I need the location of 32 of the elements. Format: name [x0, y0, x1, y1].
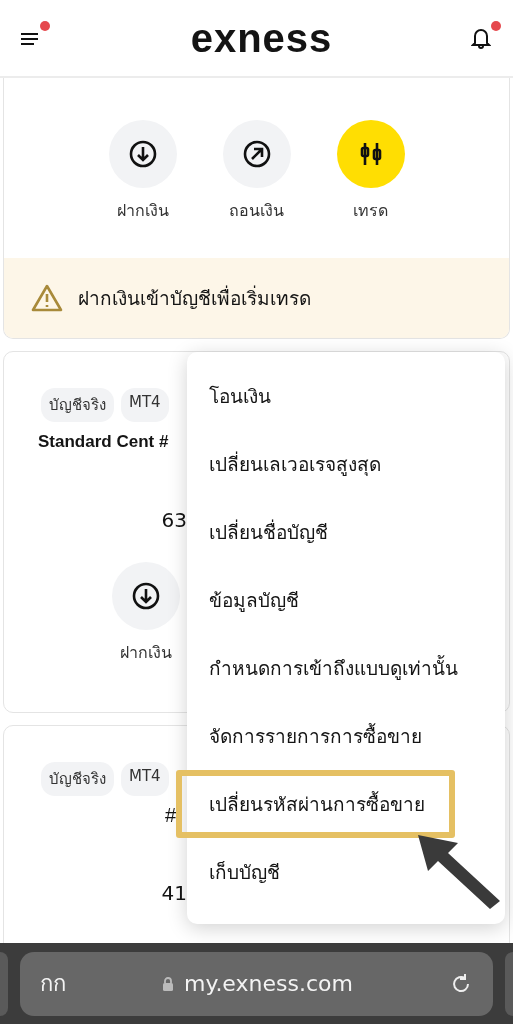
account-tag: MT4	[121, 388, 169, 422]
action-label: ถอนเงิน	[229, 200, 284, 222]
action-label: ฝากเงิน	[120, 642, 172, 664]
menu-item[interactable]: เก็บบัญชี	[187, 838, 505, 906]
balance: 63	[160, 508, 187, 532]
balance: 41	[160, 881, 187, 905]
account-tag: บัญชีจริง	[41, 388, 114, 422]
download-icon	[131, 581, 161, 611]
account-tag: MT4	[121, 762, 169, 796]
address-bar[interactable]: กก my.exness.com	[20, 951, 493, 1016]
account-name: #	[163, 803, 176, 827]
menu-item[interactable]: เปลี่ยนชื่อบัญชี	[187, 498, 505, 566]
warning-icon	[30, 283, 64, 313]
action-label: เทรด	[353, 200, 388, 222]
url-text: my.exness.com	[184, 971, 353, 996]
menu-item[interactable]: ข้อมูลบัญชี	[187, 566, 505, 634]
menu-item[interactable]: เปลี่ยนรหัสผ่านการซื้อขาย	[176, 770, 455, 838]
logo[interactable]: exness	[190, 15, 333, 61]
menu-item[interactable]: โอนเงิน	[187, 362, 505, 430]
lock-icon	[162, 975, 175, 992]
menu-icon[interactable]	[20, 31, 40, 47]
account-tag: บัญชีจริง	[41, 762, 114, 796]
warning-text: ฝากเงินเข้าบัญชีเพื่อเริ่มเทรด	[78, 284, 311, 311]
download-icon	[127, 139, 158, 169]
account-name: Standard Cent #	[37, 431, 170, 452]
menu-item[interactable]: เปลี่ยนเลเวอเรจสูงสุด	[187, 430, 505, 498]
action-label: ฝากเงิน	[116, 200, 169, 222]
menu-item[interactable]: กำหนดการเข้าถึงแบบดูเท่านั้น	[187, 634, 505, 702]
text-size-button[interactable]: กก	[40, 966, 66, 1001]
menu-item[interactable]: จัดการรายการการซื้อขาย	[187, 702, 505, 770]
arrow-up-right-icon	[241, 139, 272, 169]
bell-icon[interactable]	[471, 27, 491, 49]
